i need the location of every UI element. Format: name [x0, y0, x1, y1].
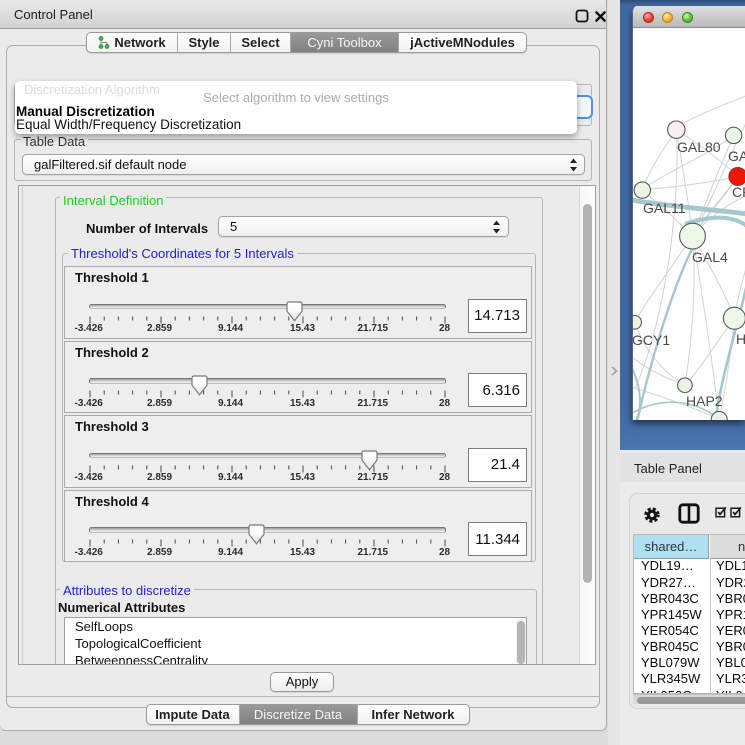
svg-text:H: H: [736, 331, 745, 347]
svg-text:HAP2: HAP2: [686, 393, 723, 409]
svg-text:GAL80: GAL80: [677, 139, 721, 155]
svg-text:GAL11: GAL11: [643, 200, 686, 216]
svg-text:GCY1: GCY1: [633, 332, 670, 348]
svg-text:CR: CR: [732, 184, 745, 200]
svg-text:GA: GA: [728, 148, 745, 164]
svg-text:GAL4: GAL4: [692, 249, 728, 265]
